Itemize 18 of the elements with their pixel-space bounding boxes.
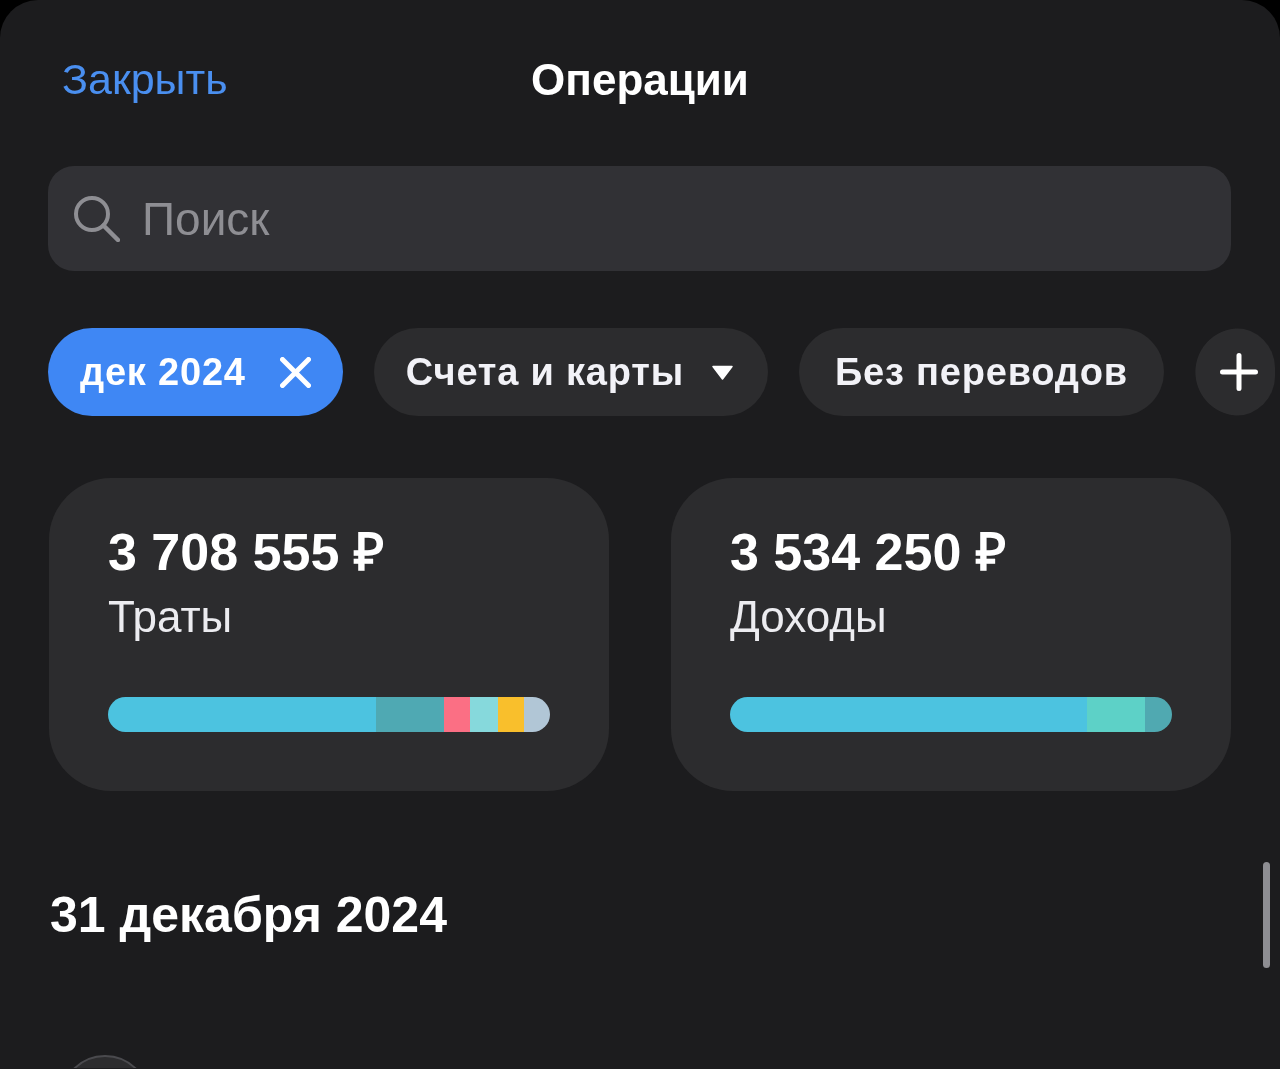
caret-icon — [711, 364, 733, 380]
filter-dropdown[interactable]: Счета и карты — [373, 328, 768, 416]
summary-amount: 3 708 555 ₽ — [108, 524, 384, 582]
close-icon — [279, 356, 311, 388]
summary-amount: 3 534 250 ₽ — [730, 524, 1006, 582]
filter-chip[interactable]: дек 2024 — [48, 328, 343, 416]
plus-icon — [1219, 353, 1258, 391]
summary-label: Доходы — [730, 591, 887, 644]
scrollbar-thumb[interactable] — [1263, 862, 1270, 968]
search-field[interactable]: Поиск — [48, 166, 1231, 271]
summary-card[interactable]: 3 534 250 ₽ Доходы — [671, 478, 1231, 791]
summary-label: Траты — [108, 591, 233, 644]
filter-chip[interactable]: Без переводов — [798, 328, 1164, 416]
summary-card[interactable]: 3 708 555 ₽ Траты — [49, 478, 609, 791]
close-button[interactable]: Закрыть — [62, 54, 228, 106]
section-date: 31 декабря 2024 — [50, 886, 447, 945]
search-icon — [72, 194, 120, 242]
screen-title: Операции — [531, 53, 749, 106]
